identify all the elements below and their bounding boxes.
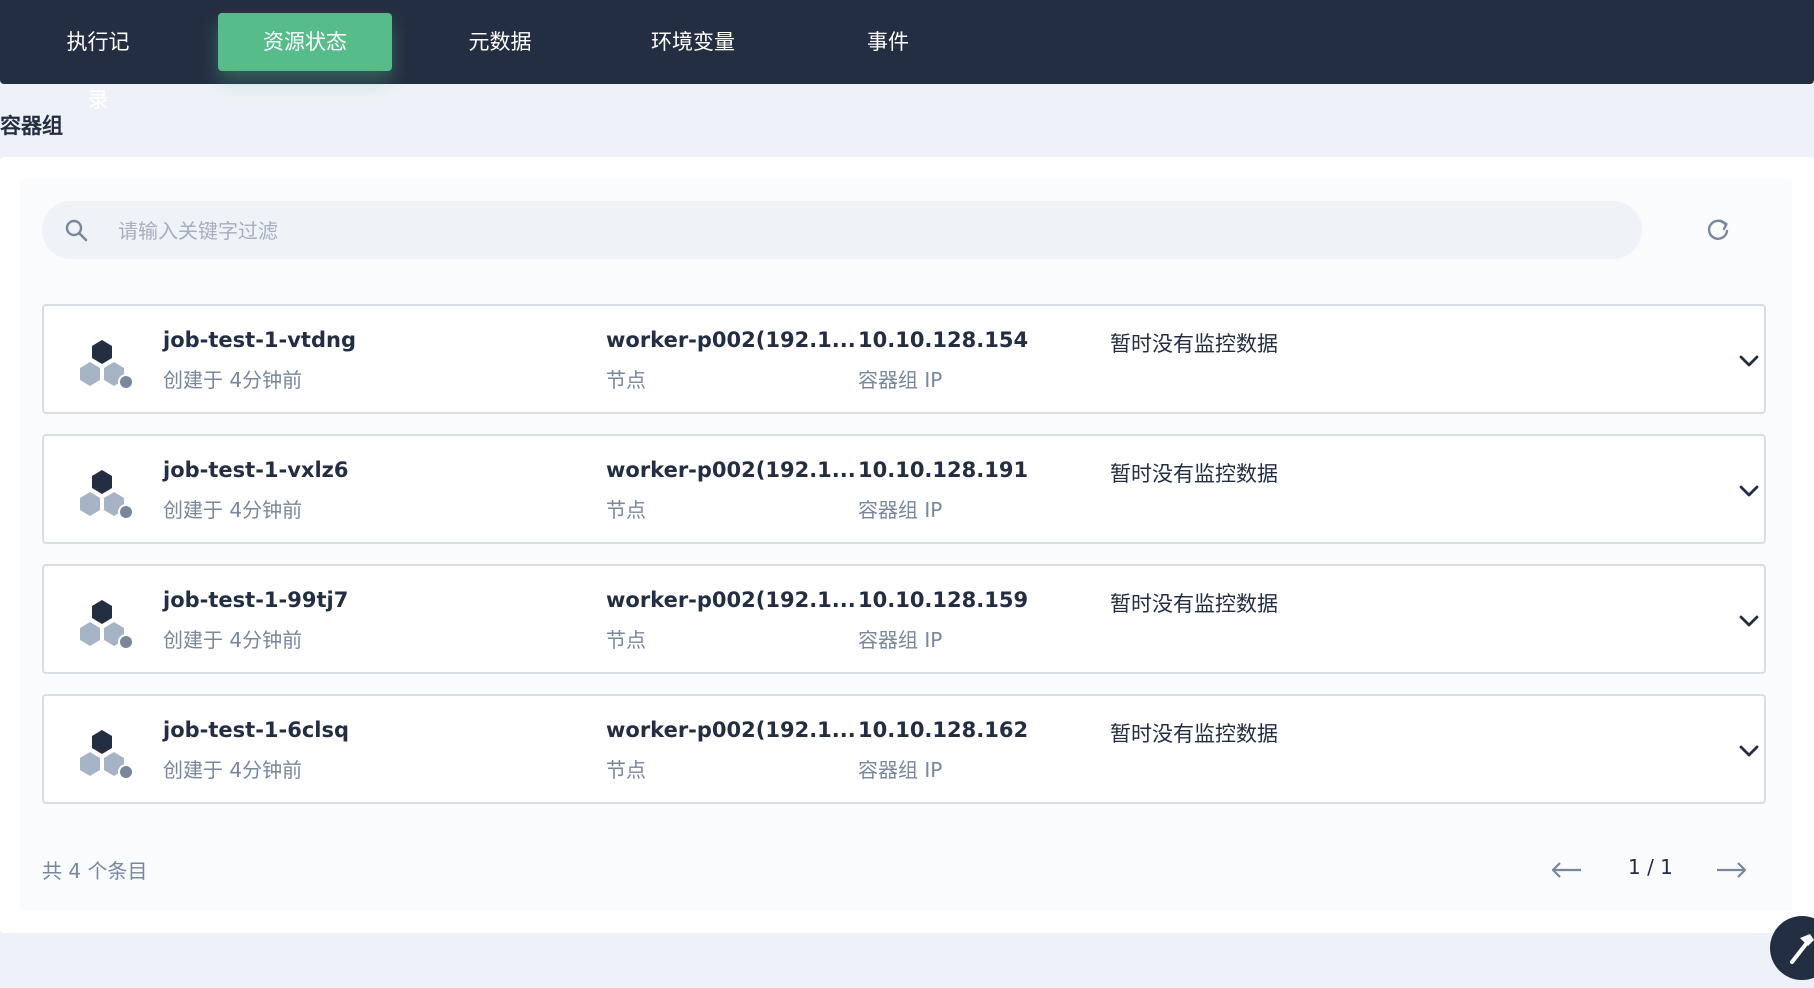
pod-icon — [80, 470, 134, 520]
search-bar — [42, 201, 1642, 259]
pod-ip: 10.10.128.159 — [858, 588, 1029, 612]
pod-ip-label: 容器组 IP — [858, 368, 943, 392]
pod-name[interactable]: job-test-1-vxlz6 — [163, 458, 349, 482]
pod-ip: 10.10.128.154 — [858, 328, 1029, 352]
pod-panel-inner: job-test-1-vtdng 创建于 4分钟前 worker-p002(19… — [20, 179, 1792, 911]
chevron-down-icon[interactable] — [1736, 478, 1762, 504]
search-input[interactable] — [116, 210, 1620, 252]
tab-events[interactable]: 事件 — [864, 13, 912, 71]
page-indicator: 1 / 1 — [1628, 855, 1673, 879]
pod-node-label: 节点 — [606, 368, 646, 392]
pod-icon — [80, 340, 134, 390]
pod-row[interactable]: job-test-1-vtdng 创建于 4分钟前 worker-p002(19… — [42, 304, 1766, 414]
top-tab-bar: 执行记录 资源状态 元数据 环境变量 事件 — [0, 0, 1814, 112]
total-count: 共 4 个条目 — [42, 859, 148, 883]
chevron-down-icon[interactable] — [1736, 738, 1762, 764]
tab-execution-records[interactable]: 执行记录 — [58, 13, 138, 112]
pod-ip-label: 容器组 IP — [858, 498, 943, 522]
pod-node[interactable]: worker-p002(192.1... — [606, 458, 856, 482]
pod-created-time: 创建于 4分钟前 — [163, 758, 303, 782]
pod-node[interactable]: worker-p002(192.1... — [606, 328, 856, 352]
arrow-right-icon[interactable] — [1714, 859, 1748, 881]
pod-name[interactable]: job-test-1-6clsq — [163, 718, 349, 742]
chevron-down-icon[interactable] — [1736, 608, 1762, 634]
pod-monitoring-status: 暂时没有监控数据 — [1110, 462, 1278, 486]
tab-resource-status[interactable]: 资源状态 — [218, 13, 392, 71]
pod-node[interactable]: worker-p002(192.1... — [606, 718, 856, 742]
pod-panel: job-test-1-vtdng 创建于 4分钟前 worker-p002(19… — [0, 157, 1814, 933]
pod-name[interactable]: job-test-1-vtdng — [163, 328, 356, 352]
pod-created-time: 创建于 4分钟前 — [163, 498, 303, 522]
pod-icon — [80, 600, 134, 650]
pod-created-time: 创建于 4分钟前 — [163, 368, 303, 392]
pod-created-time: 创建于 4分钟前 — [163, 628, 303, 652]
toolbox-button[interactable] — [1770, 916, 1814, 980]
arrow-left-icon[interactable] — [1550, 859, 1584, 881]
tab-environment-variables[interactable]: 环境变量 — [648, 13, 738, 71]
section-title: 容器组 — [0, 114, 63, 138]
pod-node[interactable]: worker-p002(192.1... — [606, 588, 856, 612]
pod-name[interactable]: job-test-1-99tj7 — [163, 588, 348, 612]
pod-node-label: 节点 — [606, 498, 646, 522]
pod-node-label: 节点 — [606, 628, 646, 652]
pod-icon — [80, 730, 134, 780]
refresh-icon[interactable] — [1703, 215, 1733, 245]
pod-node-label: 节点 — [606, 758, 646, 782]
pod-ip: 10.10.128.162 — [858, 718, 1029, 742]
chevron-down-icon[interactable] — [1736, 348, 1762, 374]
pod-ip: 10.10.128.191 — [858, 458, 1029, 482]
pod-monitoring-status: 暂时没有监控数据 — [1110, 332, 1278, 356]
hammer-icon — [1790, 934, 1814, 964]
pod-monitoring-status: 暂时没有监控数据 — [1110, 592, 1278, 616]
tab-metadata[interactable]: 元数据 — [464, 13, 536, 71]
pod-row[interactable]: job-test-1-6clsq 创建于 4分钟前 worker-p002(19… — [42, 694, 1766, 804]
pod-monitoring-status: 暂时没有监控数据 — [1110, 722, 1278, 746]
search-icon — [65, 219, 88, 242]
pod-row[interactable]: job-test-1-vxlz6 创建于 4分钟前 worker-p002(19… — [42, 434, 1766, 544]
pod-ip-label: 容器组 IP — [858, 758, 943, 782]
pod-ip-label: 容器组 IP — [858, 628, 943, 652]
pod-row[interactable]: job-test-1-99tj7 创建于 4分钟前 worker-p002(19… — [42, 564, 1766, 674]
